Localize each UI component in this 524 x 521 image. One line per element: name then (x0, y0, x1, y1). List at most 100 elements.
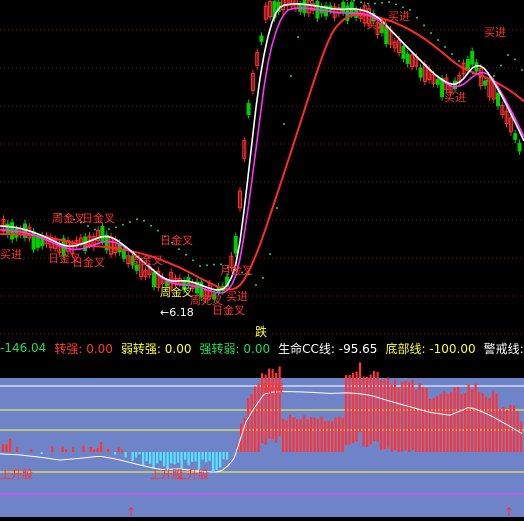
indicator-bar (82, 445, 85, 452)
indicator-bar (135, 452, 138, 458)
candle-body (496, 92, 500, 107)
indicator-bar (289, 415, 292, 452)
indicator-bar (89, 446, 92, 452)
indicator-bar (145, 452, 148, 462)
indicator-bar (208, 452, 211, 461)
trend-dot (269, 253, 271, 255)
indicator-bar (404, 380, 407, 451)
indicator-bar (72, 447, 75, 452)
trend-dot (367, 2, 369, 5)
buy-signal-label: 买进 (444, 91, 466, 104)
indicator-bar (324, 420, 327, 452)
indicator-bar (355, 371, 358, 442)
indicator-bar (439, 394, 442, 452)
indicator-bar (40, 452, 43, 455)
indicator-bar (485, 396, 488, 452)
trend-dot (416, 16, 418, 19)
indicator-bar (191, 452, 194, 462)
indicator-bar (481, 393, 484, 452)
indicator-bar (397, 387, 400, 452)
signal-label: 月金叉 (220, 263, 253, 277)
trend-dot (395, 3, 397, 6)
indicator-bar (61, 446, 64, 452)
candle-body (405, 53, 410, 65)
trend-dot (199, 265, 201, 267)
trend-dot (444, 46, 446, 48)
signal-label: 日金叉 (72, 255, 105, 269)
signal-label: 周金叉 (130, 253, 163, 267)
buy-signal-label: 买进 (226, 290, 248, 303)
up-arrow-icon: ↑ (126, 505, 136, 517)
indicator-bar (271, 369, 274, 440)
indicator-bar (222, 452, 225, 460)
indicator-bar (411, 379, 414, 450)
indicator-bar (268, 368, 271, 439)
trend-dot (94, 228, 96, 231)
indicator-bar (226, 452, 229, 460)
indicator-bar (373, 371, 376, 442)
indicator-bar (159, 452, 162, 461)
indicator-bar (506, 409, 509, 452)
trend-dot (213, 263, 215, 266)
indicator-bar (138, 452, 141, 455)
candle-body (470, 51, 475, 65)
indicator-bar (303, 415, 306, 452)
indicator-bar (415, 389, 418, 452)
trend-dot (276, 207, 278, 209)
indicator-bar (250, 393, 253, 452)
indicator-bar (320, 416, 323, 452)
indicator-bar (408, 382, 411, 452)
indicator-bar (327, 420, 330, 452)
indicator-ruozhuanqiang: 弱转强: 0.00 (120, 341, 192, 356)
indicator-bar (478, 391, 481, 452)
rise-label: 上升股 (0, 468, 33, 481)
indicator-bar (359, 362, 362, 433)
candle-body (483, 80, 488, 86)
trend-dot (115, 226, 117, 229)
indicator-zhuanqiang: 转强: 0.00 (54, 341, 113, 356)
chart-canvas[interactable]: 周金叉 日金叉 日金叉 日金叉 周金叉 日金叉 周金叉 月金叉 日金叉 周死叉 … (0, 0, 524, 519)
candle-body (401, 46, 406, 59)
indicator-bar (96, 448, 99, 452)
indicator-bar (474, 383, 477, 452)
indicator-bar (254, 386, 257, 452)
indicator-qiangzhuanruo: 强转弱: 0.00 (199, 341, 271, 356)
indicator-value: -146.04 (0, 341, 47, 355)
indicator-bar (257, 383, 260, 452)
candle-body (453, 80, 457, 90)
trend-dot (388, 1, 390, 4)
indicator-bar (114, 452, 117, 455)
trend-dot (178, 248, 180, 251)
candle-body (418, 67, 423, 78)
indicator-bar (492, 391, 495, 452)
indicator-bar (380, 379, 383, 450)
trend-dot (360, 1, 362, 4)
indicator-bar (247, 398, 250, 452)
candle-body (246, 103, 251, 116)
indicator-bar (292, 417, 295, 452)
trend-dot (500, 64, 502, 67)
indicator-bar (464, 393, 467, 452)
indicator-bar (334, 417, 337, 452)
indicator-bar (93, 449, 96, 452)
indicator-bar (184, 452, 187, 460)
trend-dot (185, 253, 187, 256)
trend-dot (122, 223, 124, 226)
indicator-bar (30, 449, 33, 452)
indicator-bar (509, 405, 512, 452)
warning-label: 警报 (262, 381, 284, 395)
indicator-bar (495, 393, 498, 452)
trend-dot (507, 54, 509, 56)
indicator-bar (163, 452, 166, 467)
indicator-bar (296, 419, 299, 452)
signal-label: 周死叉 (190, 294, 223, 307)
indicator-bar (401, 381, 404, 452)
stock-chart[interactable]: 周金叉 日金叉 日金叉 日金叉 周金叉 日金叉 周金叉 月金叉 日金叉 周死叉 … (0, 0, 524, 519)
indicator-bar (425, 388, 428, 452)
candle-body (435, 79, 440, 85)
indicator-bar (5, 444, 8, 452)
indicator-bar (285, 420, 288, 452)
rise-label: 上升股 (176, 468, 209, 481)
trend-dot (143, 219, 145, 222)
indicator-bar (152, 452, 155, 469)
